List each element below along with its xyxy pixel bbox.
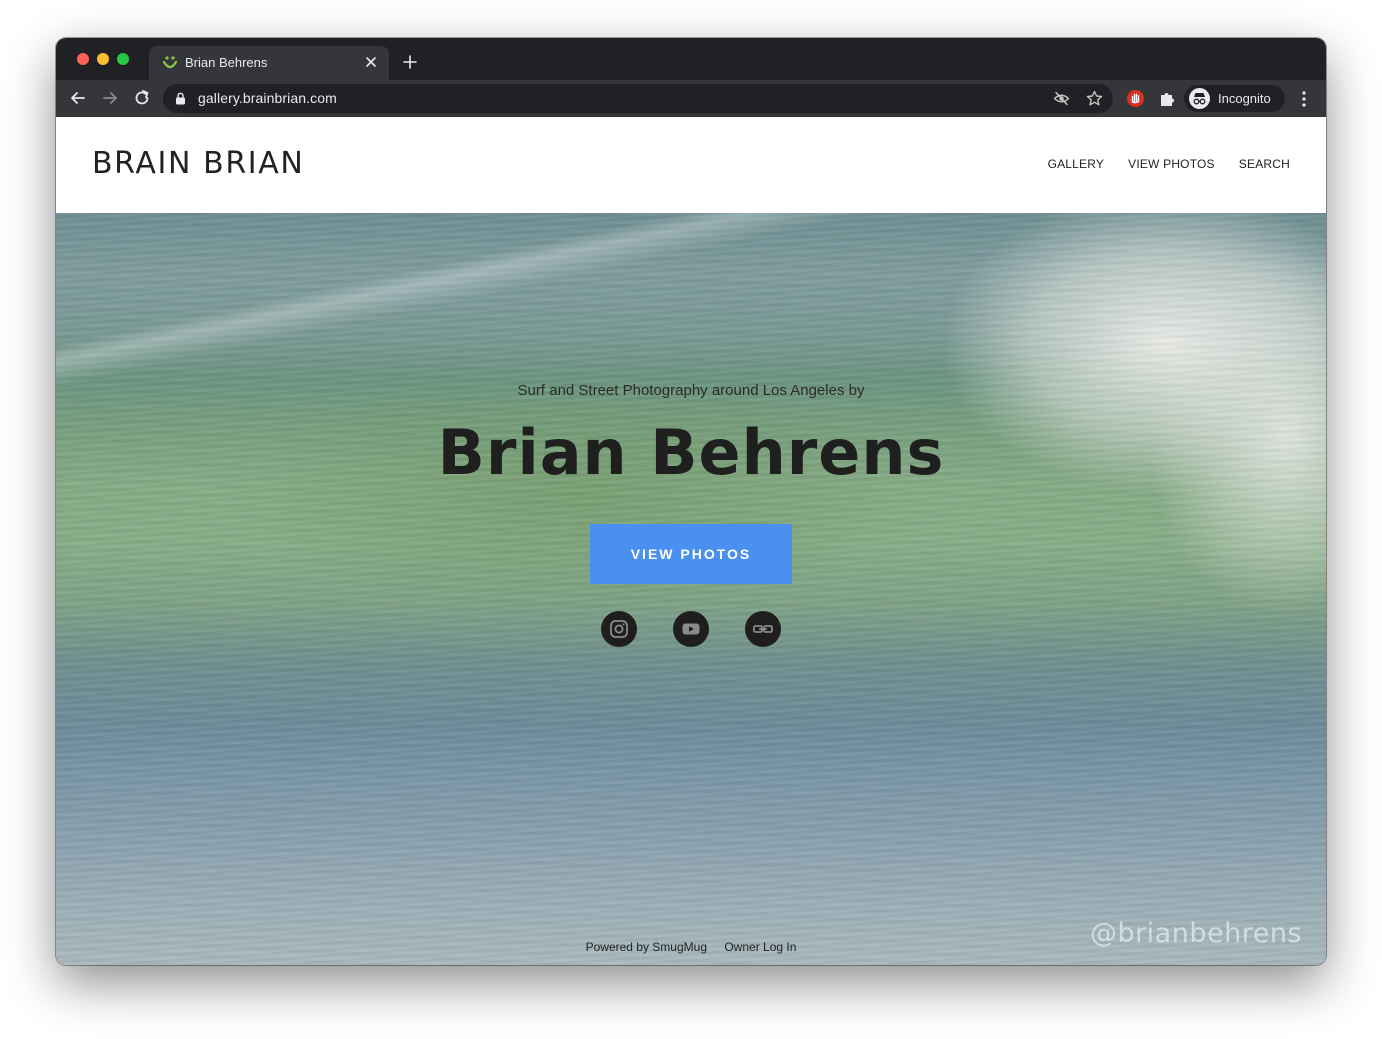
browser-toolbar: gallery.brainbrian.com Incognito	[56, 80, 1326, 117]
hero-title: Brian Behrens	[437, 416, 945, 489]
owner-login-link[interactable]: Owner Log In	[724, 940, 796, 954]
back-arrow-icon[interactable]	[68, 88, 88, 108]
browser-tab[interactable]: Brian Behrens	[149, 46, 389, 80]
more-menu-icon[interactable]	[1296, 89, 1312, 109]
link-icon	[753, 625, 773, 633]
site-nav: GALLERY VIEW PHOTOS SEARCH	[1048, 157, 1290, 171]
close-window-button[interactable]	[77, 53, 89, 65]
tab-strip: Brian Behrens	[56, 38, 1326, 80]
instagram-link[interactable]	[601, 611, 637, 647]
view-photos-button[interactable]: VIEW PHOTOS	[590, 524, 792, 584]
nav-view-photos[interactable]: VIEW PHOTOS	[1128, 157, 1215, 171]
tab-title: Brian Behrens	[185, 55, 268, 70]
eye-off-icon[interactable]	[1053, 90, 1070, 107]
incognito-profile-button[interactable]: Incognito	[1184, 85, 1285, 112]
powered-by-link[interactable]: Powered by SmugMug	[586, 940, 707, 954]
address-bar[interactable]: gallery.brainbrian.com	[163, 84, 1113, 113]
incognito-label: Incognito	[1218, 91, 1271, 106]
lock-icon[interactable]	[175, 92, 186, 105]
hand-stop-extension-icon[interactable]	[1126, 89, 1145, 108]
bookmark-star-icon[interactable]	[1086, 90, 1103, 107]
zoom-window-button[interactable]	[117, 53, 129, 65]
browser-window: Brian Behrens gallery.brainbrian.com Inc…	[56, 38, 1326, 965]
close-tab-icon[interactable]	[363, 54, 379, 70]
new-tab-icon[interactable]	[402, 54, 418, 70]
site-header: BRAIN BRIAN GALLERY VIEW PHOTOS SEARCH	[56, 117, 1326, 213]
address-url[interactable]: gallery.brainbrian.com	[198, 90, 337, 106]
forward-arrow-icon[interactable]	[100, 88, 120, 108]
nav-gallery[interactable]: GALLERY	[1048, 157, 1105, 171]
youtube-icon	[682, 623, 700, 635]
site-logo[interactable]: BRAIN BRIAN	[92, 146, 304, 181]
reload-icon[interactable]	[132, 88, 152, 108]
extensions-puzzle-icon[interactable]	[1158, 89, 1177, 108]
instagram-icon	[610, 620, 628, 638]
wave-crest	[56, 213, 1326, 965]
minimize-window-button[interactable]	[97, 53, 109, 65]
website-link[interactable]	[745, 611, 781, 647]
smugmug-favicon-icon	[162, 56, 178, 69]
incognito-icon	[1189, 88, 1210, 109]
youtube-link[interactable]	[673, 611, 709, 647]
site-footer: Powered by SmugMug Owner Log In	[56, 940, 1326, 954]
hero-section: Surf and Street Photography around Los A…	[56, 213, 1326, 965]
nav-search[interactable]: SEARCH	[1239, 157, 1290, 171]
hero-subtitle: Surf and Street Photography around Los A…	[517, 382, 865, 399]
